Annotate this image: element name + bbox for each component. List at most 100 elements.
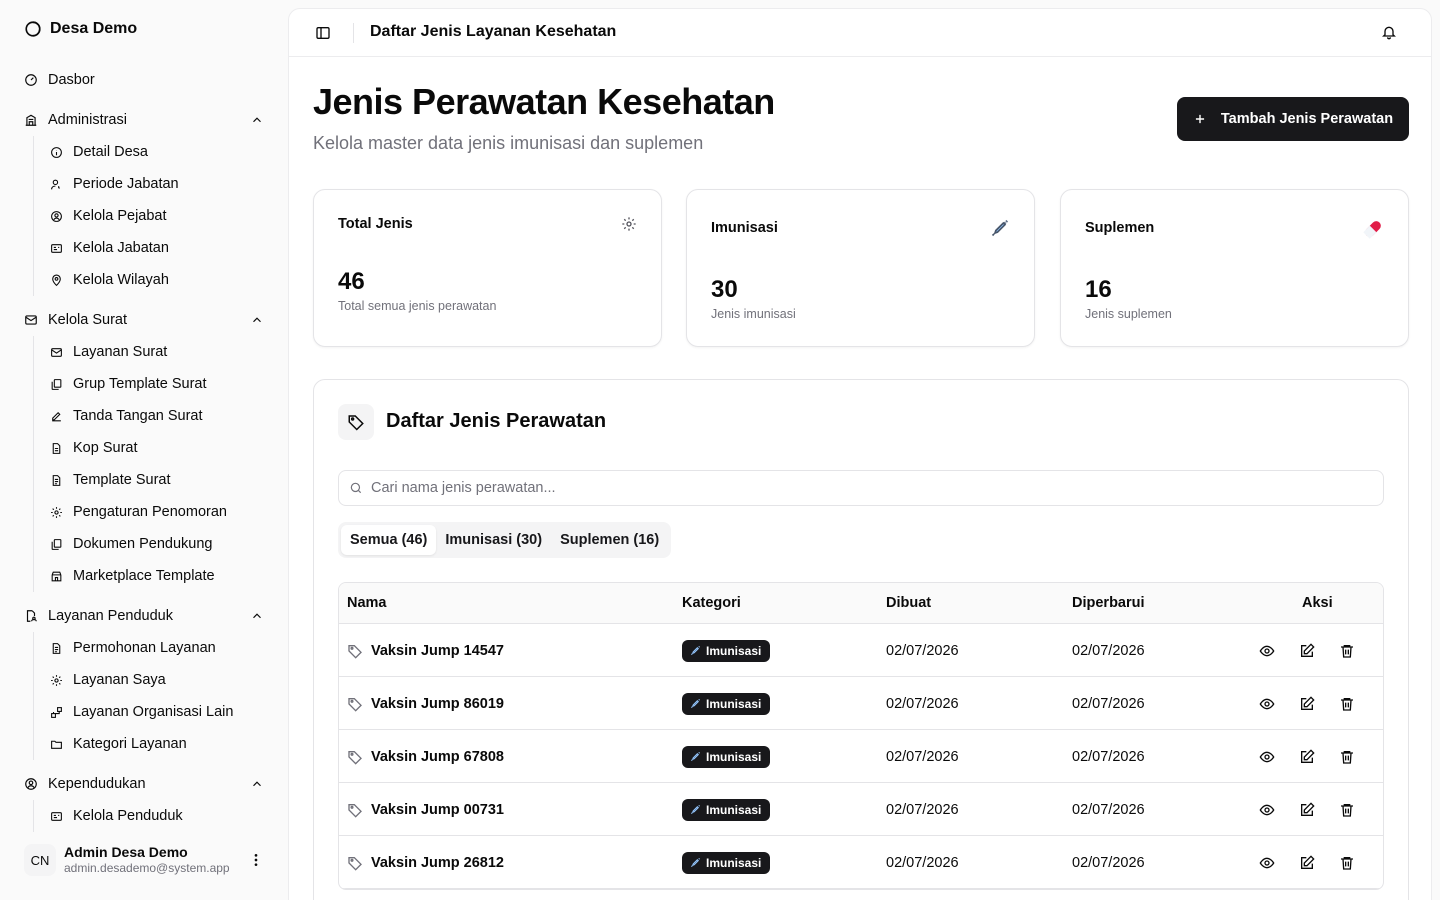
column-header-nama[interactable]: Nama bbox=[347, 595, 387, 611]
view-button[interactable] bbox=[1259, 643, 1275, 659]
trash-icon bbox=[1341, 697, 1353, 711]
eye-icon bbox=[1259, 645, 1275, 656]
mail-icon bbox=[25, 315, 37, 325]
tab-semua[interactable]: Semua (46) bbox=[341, 525, 437, 555]
sidebar-group-layanan-penduduk[interactable]: Layanan Penduduk bbox=[24, 604, 264, 628]
edit-button[interactable] bbox=[1299, 854, 1315, 871]
edit-button[interactable] bbox=[1299, 801, 1315, 818]
sidebar-item-kelola-pejabat[interactable]: Kelola Pejabat bbox=[50, 204, 167, 228]
sidebar-item-marketplace-template[interactable]: Marketplace Template bbox=[50, 564, 215, 588]
cell-name: Vaksin Jump 26812 bbox=[347, 836, 504, 889]
sidebar-group-kelola-surat[interactable]: Kelola Surat bbox=[24, 308, 264, 332]
topbar-title: Daftar Jenis Layanan Kesehatan bbox=[370, 23, 617, 40]
bell-icon[interactable] bbox=[1381, 24, 1397, 40]
cell-category: Imunisasi bbox=[682, 677, 771, 730]
sidebar-item-label: Kop Surat bbox=[73, 440, 138, 456]
sidebar-item-kop-surat[interactable]: Kop Surat bbox=[50, 436, 138, 460]
table-row[interactable]: Vaksin Jump 26812 Imunisasi 02/07/2026 0… bbox=[339, 836, 1383, 889]
tag-icon bbox=[348, 415, 364, 431]
stat-value: 16 bbox=[1085, 276, 1112, 303]
cell-category: Imunisasi bbox=[682, 783, 771, 836]
column-header-dibuat[interactable]: Dibuat bbox=[886, 595, 931, 611]
add-treatment-label: Tambah Jenis Perawatan bbox=[1220, 111, 1394, 127]
cell-category: Imunisasi bbox=[682, 624, 771, 677]
cell-updated: 02/07/2026 bbox=[1072, 695, 1145, 712]
chevron-up-icon bbox=[253, 117, 261, 123]
sidebar-item-dasbor[interactable]: Dasbor bbox=[24, 68, 95, 92]
sidebar-item-layanan-saya[interactable]: Layanan Saya bbox=[50, 668, 166, 692]
delete-button[interactable] bbox=[1339, 855, 1355, 871]
sidebar-item-tanda-tangan-surat[interactable]: Tanda Tangan Surat bbox=[50, 404, 203, 428]
sidebar-item-periode-jabatan[interactable]: Periode Jabatan bbox=[50, 172, 179, 196]
sidebar-item-permohonan-layanan[interactable]: Permohonan Layanan bbox=[50, 636, 216, 660]
sidebar-item-label: Layanan Saya bbox=[73, 672, 166, 688]
tag-icon bbox=[348, 697, 362, 712]
syringe-icon bbox=[690, 857, 701, 868]
stat-label: Total Jenis bbox=[338, 216, 413, 232]
table-row[interactable]: Vaksin Jump 67808 Imunisasi 02/07/2026 0… bbox=[339, 730, 1383, 783]
view-button[interactable] bbox=[1259, 802, 1275, 818]
tab-imunisasi[interactable]: Imunisasi (30) bbox=[436, 525, 551, 555]
building-icon bbox=[25, 114, 37, 126]
search-input[interactable] bbox=[371, 480, 1371, 496]
sidebar-item-template-surat[interactable]: Template Surat bbox=[50, 468, 171, 492]
sidebar-item-label: Permohonan Layanan bbox=[73, 640, 216, 656]
column-header-diperbarui[interactable]: Diperbarui bbox=[1072, 595, 1145, 611]
sidebar-item-label: Template Surat bbox=[73, 472, 171, 488]
sidebar-group-label: Kependudukan bbox=[48, 776, 146, 792]
sidebar-item-kelola-jabatan[interactable]: Kelola Jabatan bbox=[50, 236, 169, 260]
sidebar-toggle-icon[interactable] bbox=[315, 25, 331, 41]
sidebar-item-label: Kelola Penduduk bbox=[73, 808, 183, 824]
sidebar-group-administrasi[interactable]: Administrasi bbox=[24, 108, 264, 132]
files-icon bbox=[51, 538, 62, 550]
sidebar-item-label: Periode Jabatan bbox=[73, 176, 179, 192]
stat-value: 46 bbox=[338, 268, 365, 295]
view-button[interactable] bbox=[1259, 855, 1275, 871]
table-row[interactable]: Vaksin Jump 00731 Imunisasi 02/07/2026 0… bbox=[339, 783, 1383, 836]
sidebar-item-pengaturan-penomoran[interactable]: Pengaturan Penomoran bbox=[50, 500, 227, 524]
sidebar-group-label: Administrasi bbox=[48, 112, 127, 128]
category-label: Imunisasi bbox=[706, 749, 762, 764]
view-button[interactable] bbox=[1259, 749, 1275, 765]
add-treatment-button[interactable]: Tambah Jenis Perawatan bbox=[1177, 97, 1409, 141]
cell-actions bbox=[1259, 624, 1355, 677]
sidebar-group-kependudukan[interactable]: Kependudukan bbox=[24, 772, 264, 796]
page-subtitle: Kelola master data jenis imunisasi dan s… bbox=[313, 133, 704, 153]
column-header-kategori[interactable]: Kategori bbox=[682, 595, 741, 611]
row-name: Vaksin Jump 14547 bbox=[371, 642, 504, 659]
id-card-icon bbox=[51, 243, 62, 253]
table-row[interactable]: Vaksin Jump 14547 Imunisasi 02/07/2026 0… bbox=[339, 624, 1383, 677]
syringe-icon bbox=[690, 698, 701, 709]
tab-suplemen[interactable]: Suplemen (16) bbox=[551, 525, 668, 555]
sidebar-item-detail-desa[interactable]: Detail Desa bbox=[50, 140, 148, 164]
edit-button[interactable] bbox=[1299, 642, 1315, 659]
sidebar-item-layanan-organisasi-lain[interactable]: Layanan Organisasi Lain bbox=[50, 700, 233, 724]
view-button[interactable] bbox=[1259, 696, 1275, 712]
sidebar-item-kelola-wilayah[interactable]: Kelola Wilayah bbox=[50, 268, 169, 292]
user-profile[interactable]: CN Admin Desa Demo admin.desademo@system… bbox=[24, 836, 264, 884]
eye-icon bbox=[1259, 804, 1275, 815]
sidebar-item-grup-template-surat[interactable]: Grup Template Surat bbox=[50, 372, 207, 396]
eye-icon bbox=[1259, 751, 1275, 762]
sidebar-item-kelola-penduduk[interactable]: Kelola Penduduk bbox=[50, 804, 183, 828]
sidebar-item-dokumen-pendukung[interactable]: Dokumen Pendukung bbox=[50, 532, 212, 556]
table-row[interactable]: Vaksin Jump 86019 Imunisasi 02/07/2026 0… bbox=[339, 677, 1383, 730]
delete-button[interactable] bbox=[1339, 696, 1355, 712]
table-body: Vaksin Jump 14547 Imunisasi 02/07/2026 0… bbox=[339, 624, 1383, 889]
edit-icon bbox=[1301, 854, 1315, 869]
user-info: Admin Desa Demo admin.desademo@system.ap… bbox=[64, 844, 236, 875]
edit-button[interactable] bbox=[1299, 748, 1315, 765]
delete-button[interactable] bbox=[1339, 643, 1355, 659]
brand[interactable]: Desa Demo bbox=[24, 20, 137, 38]
stat-card-suplemen: Suplemen 16 Jenis suplemen bbox=[1060, 189, 1409, 347]
category-badge: Imunisasi bbox=[682, 798, 771, 821]
trash-icon bbox=[1341, 750, 1353, 764]
sidebar-item-kategori-layanan[interactable]: Kategori Layanan bbox=[50, 732, 187, 756]
file-text-icon bbox=[52, 642, 61, 654]
sidebar-item-layanan-surat[interactable]: Layanan Surat bbox=[50, 340, 167, 364]
delete-button[interactable] bbox=[1339, 802, 1355, 818]
edit-button[interactable] bbox=[1299, 695, 1315, 712]
delete-button[interactable] bbox=[1339, 749, 1355, 765]
submenu-line bbox=[33, 336, 34, 592]
more-vertical-icon[interactable] bbox=[248, 852, 264, 868]
